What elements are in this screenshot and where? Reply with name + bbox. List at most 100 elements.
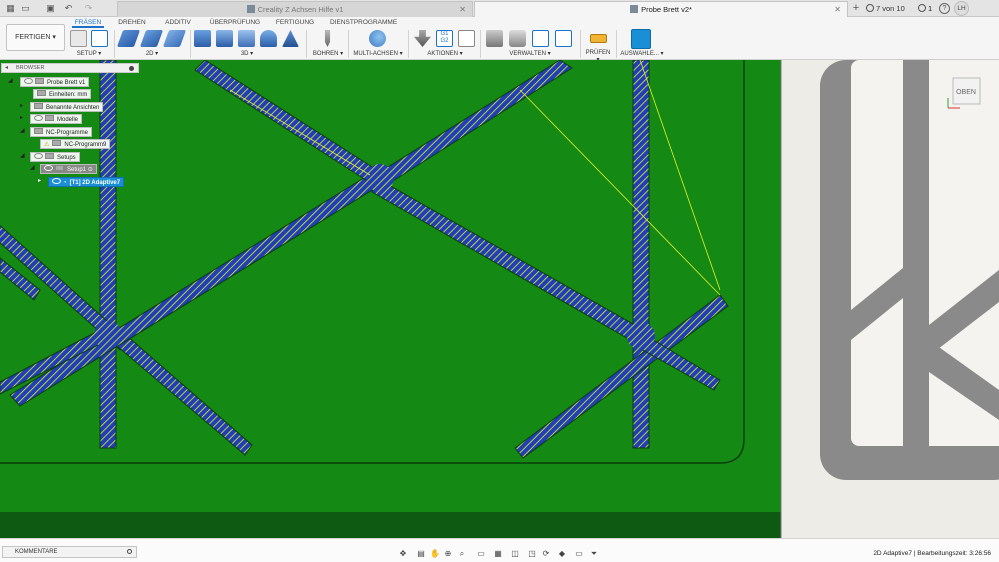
- browser-item-setups[interactable]: ◢ Setups: [20, 152, 80, 162]
- target-icon[interactable]: ⊙: [88, 167, 93, 173]
- pin-icon[interactable]: [129, 66, 134, 71]
- new-setup-icon[interactable]: [91, 30, 108, 47]
- workspace-switcher[interactable]: FERTIGEN ▾: [6, 24, 65, 51]
- contour-icon[interactable]: [282, 30, 299, 47]
- measure-icon[interactable]: [590, 34, 607, 43]
- collapse-arrow-icon[interactable]: ◢: [30, 164, 35, 173]
- tab-dienstprogramme[interactable]: DIENSTPROGRAMME: [330, 17, 397, 28]
- browser-item-units[interactable]: Einheiten: mm: [33, 89, 92, 99]
- undo-icon[interactable]: ↶: [62, 2, 75, 15]
- expand-arrow-icon[interactable]: ▸: [20, 102, 23, 111]
- zoom-window-icon[interactable]: ⌕: [457, 549, 467, 559]
- browser-header[interactable]: ◂ BROWSER: [1, 63, 139, 73]
- browser-item-2d-adaptive7[interactable]: ▸ ◔ [T1] 2D Adaptive7: [38, 177, 125, 187]
- browser-root[interactable]: ◢ Probe Brett v1: [8, 77, 90, 87]
- multi-achsen-group[interactable]: MULTI-ACHSEN ▾: [352, 28, 404, 60]
- orbit-icon[interactable]: ✥: [398, 549, 408, 559]
- browser-item-nc-program9[interactable]: ⚠ NC-Programm9: [40, 139, 111, 149]
- face-icon[interactable]: [162, 30, 187, 47]
- file-icon[interactable]: ▭: [19, 2, 32, 15]
- 3d-pocket-icon[interactable]: [216, 30, 233, 47]
- bohren-label: BOHREN ▾: [312, 51, 344, 57]
- parallel-icon[interactable]: [260, 30, 277, 47]
- collapse-arrow-icon[interactable]: ◢: [20, 127, 25, 136]
- pruefen-group[interactable]: PRÜFEN ▾: [584, 28, 612, 63]
- browser-item-label: Modelle: [57, 117, 79, 123]
- tab-creality[interactable]: Creality Z Achsen Hilfe v1 ✕: [117, 1, 473, 17]
- setup-group[interactable]: SETUP ▾: [68, 28, 110, 60]
- drill-icon[interactable]: [324, 30, 331, 47]
- machine-library-icon[interactable]: [509, 30, 526, 47]
- grid-icon[interactable]: ▦: [493, 549, 503, 559]
- 2d-adaptive-icon[interactable]: [116, 30, 141, 47]
- display-settings-icon[interactable]: ▭: [476, 549, 486, 559]
- new-tab-button[interactable]: +: [850, 2, 862, 15]
- notifications[interactable]: 1: [918, 0, 932, 17]
- job-status[interactable]: 7 von 10: [866, 0, 905, 17]
- setup-sheet-icon[interactable]: [458, 30, 475, 47]
- expand-arrow-icon[interactable]: ▸: [20, 114, 23, 123]
- tab-fertigung[interactable]: FERTIGUNG: [274, 17, 316, 28]
- select-arrow-icon[interactable]: [631, 29, 651, 49]
- refresh-icon[interactable]: ⟳: [541, 549, 551, 559]
- browser-item-models[interactable]: ▸ Modelle: [20, 114, 83, 124]
- eye-icon[interactable]: [34, 115, 43, 121]
- 3d-adaptive-icon[interactable]: [194, 30, 211, 47]
- 3d-group[interactable]: 3D ▾: [192, 28, 302, 60]
- auswahl-group[interactable]: AUSWAHLE... ▾: [620, 28, 664, 60]
- pan-icon[interactable]: ✋: [430, 549, 440, 559]
- collapse-arrow-icon[interactable]: ◢: [8, 77, 13, 86]
- environment-icon[interactable]: ▭: [574, 549, 584, 559]
- expand-arrow-icon[interactable]: ▸: [38, 177, 41, 186]
- close-tab-icon[interactable]: ✕: [834, 2, 841, 18]
- avatar[interactable]: LH: [954, 1, 969, 16]
- filter-icon[interactable]: ⏷: [589, 549, 599, 559]
- viewports-icon[interactable]: ◫: [510, 549, 520, 559]
- steep-shallow-icon[interactable]: [238, 30, 255, 47]
- tab-ueberpruefung[interactable]: ÜBERPRÜFUNG: [209, 17, 261, 28]
- viewcube[interactable]: OBEN: [947, 77, 981, 109]
- collapse-icon[interactable]: ◂: [5, 64, 8, 73]
- eye-icon[interactable]: [24, 78, 33, 84]
- 2d-group[interactable]: 2D ▾: [116, 28, 187, 60]
- post-library-icon[interactable]: [532, 30, 549, 47]
- post-process-icon[interactable]: G1 G2: [436, 30, 453, 47]
- divider: [408, 30, 409, 58]
- comments-panel[interactable]: KOMMENTARE: [2, 546, 137, 558]
- 3d-viewport[interactable]: OBEN: [0, 60, 999, 538]
- folder-icon: [45, 115, 54, 121]
- browser-item-named-views[interactable]: ▸ Benannte Ansichten: [20, 102, 104, 112]
- redo-icon[interactable]: ↷: [82, 2, 95, 15]
- tab-probe-brett[interactable]: Probe Brett v2* ✕: [474, 1, 848, 17]
- folder-icon[interactable]: [70, 30, 87, 47]
- save-icon[interactable]: ▣: [44, 2, 57, 15]
- look-at-icon[interactable]: ▤: [416, 549, 426, 559]
- add-comment-icon[interactable]: [127, 549, 132, 554]
- browser-item-setup1[interactable]: ◢ Setup1 ⊙: [30, 164, 97, 174]
- tab-additiv[interactable]: ADDITIV: [160, 17, 196, 28]
- app-grid-icon[interactable]: ▦: [4, 2, 17, 15]
- eye-icon[interactable]: [44, 165, 53, 171]
- eye-icon[interactable]: [52, 178, 61, 184]
- eye-icon[interactable]: [34, 153, 43, 159]
- help-icon[interactable]: ?: [939, 3, 950, 14]
- aktionen-group[interactable]: G1 G2 AKTIONEN ▾: [412, 28, 478, 60]
- tab-fraesen[interactable]: FRÄSEN: [72, 17, 104, 28]
- multi-axis-icon[interactable]: [369, 30, 386, 47]
- close-tab-icon[interactable]: ✕: [459, 2, 466, 18]
- generate-icon[interactable]: [414, 30, 431, 47]
- divider: [616, 30, 617, 58]
- browser-item-label: Setup1: [67, 167, 87, 173]
- tool-library-icon[interactable]: [486, 30, 503, 47]
- bohren-group[interactable]: BOHREN ▾: [310, 28, 346, 60]
- browser-item-nc-programs[interactable]: ◢ NC-Programme: [20, 127, 93, 137]
- verwalten-group[interactable]: VERWALTEN ▾: [484, 28, 576, 60]
- effects-icon[interactable]: ◳: [527, 549, 537, 559]
- visual-style-icon[interactable]: ◆: [557, 549, 567, 559]
- tab-drehen[interactable]: DREHEN: [116, 17, 148, 28]
- template-library-icon[interactable]: [555, 30, 572, 47]
- zoom-icon[interactable]: ⊕: [443, 549, 453, 559]
- toolpath-canvas[interactable]: OBEN: [0, 60, 999, 538]
- 2d-pocket-icon[interactable]: [139, 30, 164, 47]
- collapse-arrow-icon[interactable]: ◢: [20, 152, 25, 161]
